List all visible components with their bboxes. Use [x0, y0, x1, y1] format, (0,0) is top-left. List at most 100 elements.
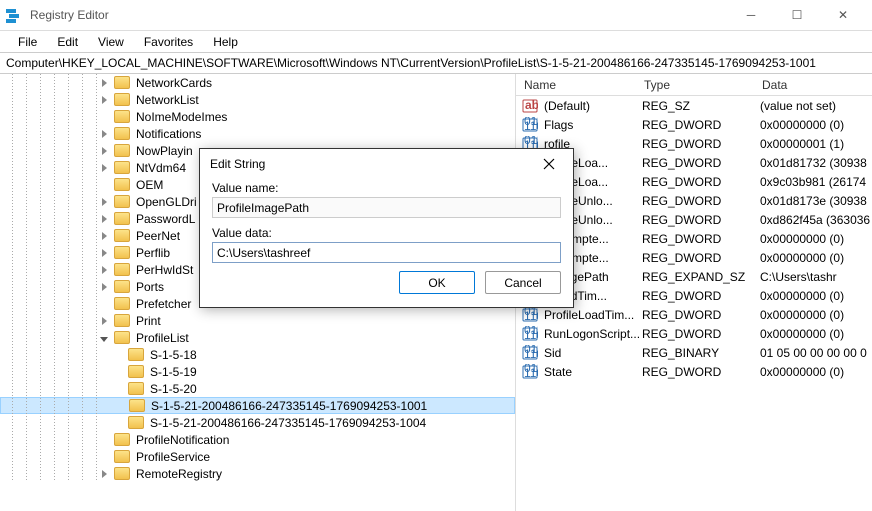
- dialog-title: Edit String: [210, 157, 543, 171]
- value-row[interactable]: 011110RunLogonScript...REG_DWORD0x000000…: [516, 324, 872, 343]
- chevron-right-icon[interactable]: [98, 195, 110, 209]
- value-row[interactable]: ab(Default)REG_SZ(value not set): [516, 96, 872, 115]
- value-data: 0x00000000 (0): [760, 308, 872, 322]
- chevron-right-icon[interactable]: [98, 144, 110, 158]
- chevron-right-icon[interactable]: [98, 467, 110, 481]
- value-data: 01 05 00 00 00 00 0: [760, 346, 872, 360]
- chevron-right-icon[interactable]: [98, 127, 110, 141]
- chevron-right-icon[interactable]: [98, 212, 110, 226]
- folder-icon: [128, 416, 144, 429]
- close-button[interactable]: ✕: [820, 0, 866, 30]
- value-row[interactable]: 011110FlagsREG_DWORD0x00000000 (0): [516, 115, 872, 134]
- tree-item[interactable]: S-1-5-21-200486166-247335145-1769094253-…: [0, 397, 515, 414]
- col-data[interactable]: Data: [754, 78, 872, 92]
- value-name: State: [544, 365, 642, 379]
- menu-edit[interactable]: Edit: [47, 35, 88, 49]
- dialog-close-button[interactable]: [543, 158, 563, 170]
- value-row[interactable]: 011110StateREG_DWORD0x00000000 (0): [516, 362, 872, 381]
- tree-item-label: OpenGLDri: [134, 195, 197, 209]
- tree-item-label: Notifications: [134, 127, 201, 141]
- tree-item-label: PasswordL: [134, 212, 195, 226]
- value-data-label: Value data:: [212, 226, 561, 240]
- folder-icon: [114, 314, 130, 327]
- tree-item-label: RemoteRegistry: [134, 467, 222, 481]
- chevron-right-icon[interactable]: [98, 93, 110, 107]
- chevron-right-icon[interactable]: [98, 161, 110, 175]
- menu-view[interactable]: View: [88, 35, 134, 49]
- value-data: 0x00000000 (0): [760, 251, 872, 265]
- tree-item[interactable]: S-1-5-18: [0, 346, 515, 363]
- value-type: REG_DWORD: [642, 156, 760, 170]
- chevron-right-icon[interactable]: [98, 229, 110, 243]
- tree-item-label: PeerNet: [134, 229, 180, 243]
- tree-item[interactable]: S-1-5-20: [0, 380, 515, 397]
- tree-item[interactable]: NetworkList: [0, 91, 515, 108]
- maximize-button[interactable]: ☐: [774, 0, 820, 30]
- tree-item[interactable]: Notifications: [0, 125, 515, 142]
- tree-item[interactable]: ProfileList: [0, 329, 515, 346]
- minimize-button[interactable]: ─: [728, 0, 774, 30]
- folder-icon: [129, 399, 145, 412]
- value-name: (Default): [544, 99, 642, 113]
- chevron-down-icon[interactable]: [98, 331, 110, 345]
- folder-icon: [114, 229, 130, 242]
- chevron-right-icon[interactable]: [98, 246, 110, 260]
- col-name[interactable]: Name: [516, 78, 636, 92]
- svg-text:110: 110: [524, 366, 538, 380]
- tree-item[interactable]: RemoteRegistry: [0, 465, 515, 482]
- tree-item-label: PerHwIdSt: [134, 263, 193, 277]
- folder-icon: [114, 195, 130, 208]
- tree-guide-line: [82, 74, 83, 482]
- chevron-right-icon[interactable]: [98, 76, 110, 90]
- tree-guide-line: [54, 74, 55, 482]
- menu-file[interactable]: File: [8, 35, 47, 49]
- tree-item[interactable]: NetworkCards: [0, 74, 515, 91]
- menu-favorites[interactable]: Favorites: [134, 35, 203, 49]
- folder-icon: [128, 348, 144, 361]
- chevron-right-icon[interactable]: [98, 263, 110, 277]
- tree-item[interactable]: Print: [0, 312, 515, 329]
- tree-item-label: NetworkCards: [134, 76, 212, 90]
- folder-icon: [114, 161, 130, 174]
- value-name-input: [212, 197, 561, 218]
- tree-item[interactable]: S-1-5-21-200486166-247335145-1769094253-…: [0, 414, 515, 431]
- folder-icon: [114, 450, 130, 463]
- dialog-titlebar[interactable]: Edit String: [200, 149, 573, 179]
- tree-item-label: S-1-5-19: [148, 365, 197, 379]
- tree-item-label: S-1-5-21-200486166-247335145-1769094253-…: [148, 416, 426, 430]
- folder-icon: [128, 382, 144, 395]
- value-data: 0x00000000 (0): [760, 327, 872, 341]
- value-name-label: Value name:: [212, 181, 561, 195]
- chevron-right-icon[interactable]: [98, 314, 110, 328]
- svg-text:110: 110: [524, 347, 538, 361]
- value-type: REG_EXPAND_SZ: [642, 270, 760, 284]
- tree-item-label: Prefetcher: [134, 297, 191, 311]
- tree-item-label: Perflib: [134, 246, 170, 260]
- tree-item-label: ProfileNotification: [134, 433, 229, 447]
- tree-item-label: NoImeModeImes: [134, 110, 227, 124]
- value-data: 0x00000000 (0): [760, 365, 872, 379]
- tree-item[interactable]: NoImeModeImes: [0, 108, 515, 125]
- list-header: Name Type Data: [516, 74, 872, 96]
- value-type: REG_DWORD: [642, 308, 760, 322]
- col-type[interactable]: Type: [636, 78, 754, 92]
- value-row[interactable]: 011110SidREG_BINARY01 05 00 00 00 00 0: [516, 343, 872, 362]
- value-name: Sid: [544, 346, 642, 360]
- ok-button[interactable]: OK: [399, 271, 475, 294]
- address-bar[interactable]: Computer\HKEY_LOCAL_MACHINE\SOFTWARE\Mic…: [0, 52, 872, 74]
- tree-item-label: NowPlayin: [134, 144, 193, 158]
- value-data: 0x00000000 (0): [760, 232, 872, 246]
- tree-item-label: Ports: [134, 280, 164, 294]
- tree-item-label: S-1-5-21-200486166-247335145-1769094253-…: [149, 399, 427, 413]
- tree-item[interactable]: ProfileService: [0, 448, 515, 465]
- chevron-right-icon[interactable]: [98, 280, 110, 294]
- tree-guide-line: [26, 74, 27, 482]
- cancel-button[interactable]: Cancel: [485, 271, 561, 294]
- value-data-input[interactable]: [212, 242, 561, 263]
- value-data: C:\Users\tashr: [760, 270, 872, 284]
- value-data: 0x01d81732 (30938: [760, 156, 872, 170]
- folder-icon: [114, 263, 130, 276]
- tree-item[interactable]: S-1-5-19: [0, 363, 515, 380]
- menu-help[interactable]: Help: [203, 35, 248, 49]
- tree-item[interactable]: ProfileNotification: [0, 431, 515, 448]
